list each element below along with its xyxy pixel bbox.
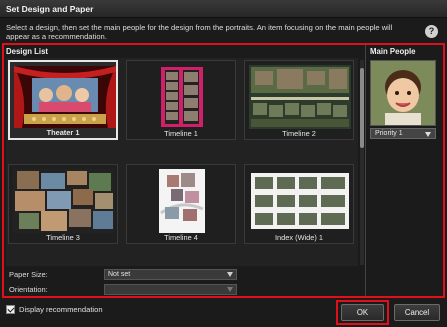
design-item-index-wide-1[interactable]: Index (Wide) 1 xyxy=(244,164,354,244)
design-item-label: Timeline 4 xyxy=(164,233,198,242)
window-title: Set Design and Paper xyxy=(6,4,94,14)
paper-size-label: Paper Size: xyxy=(9,270,48,279)
title-bar: Set Design and Paper xyxy=(0,0,447,18)
paper-size-select[interactable]: Not set xyxy=(104,269,237,280)
cancel-button[interactable]: Cancel xyxy=(394,304,440,321)
design-thumbnail xyxy=(131,169,233,233)
checkbox-checked-icon[interactable] xyxy=(6,305,15,314)
design-item-timeline-1[interactable]: Timeline 1 xyxy=(126,60,236,140)
design-thumbnail xyxy=(13,169,115,233)
main-people-heading: Main People xyxy=(370,47,416,56)
design-item-label: Index (Wide) 1 xyxy=(274,233,324,242)
design-item-timeline-4[interactable]: Timeline 4 xyxy=(126,164,236,244)
main-person-portrait[interactable] xyxy=(370,60,436,126)
design-list-scrollbar[interactable] xyxy=(360,60,364,265)
design-thumbnail xyxy=(14,66,116,128)
design-item-label: Timeline 1 xyxy=(164,129,198,138)
design-item-timeline-2[interactable]: Timeline 2 xyxy=(244,60,354,140)
design-item-label: Timeline 2 xyxy=(282,129,316,138)
scrollbar-thumb[interactable] xyxy=(360,68,364,148)
design-grid: Theater 1 Timeline 1 Timeline 2 Timeline… xyxy=(6,58,358,266)
design-item-theater-1[interactable]: Theater 1 xyxy=(8,60,118,140)
display-recommendation-checkbox[interactable]: Display recommendation xyxy=(6,304,126,316)
priority-select[interactable]: Priority 1 xyxy=(370,128,436,139)
chevron-down-icon xyxy=(425,132,431,137)
chevron-down-icon xyxy=(227,272,233,277)
chevron-down-icon xyxy=(227,287,233,292)
display-recommendation-label: Display recommendation xyxy=(19,305,103,314)
panel-divider xyxy=(365,45,366,296)
design-list-heading: Design List xyxy=(6,47,49,56)
paper-size-value: Not set xyxy=(108,271,131,278)
design-item-label: Timeline 3 xyxy=(46,233,80,242)
ok-button[interactable]: OK xyxy=(341,304,384,321)
design-thumbnail xyxy=(249,169,351,233)
instruction-text: Select a design, then set the main peopl… xyxy=(6,23,393,41)
orientation-select[interactable] xyxy=(104,284,237,295)
help-icon[interactable]: ? xyxy=(425,25,438,38)
priority-value: Priority 1 xyxy=(375,130,403,137)
design-item-timeline-3[interactable]: Timeline 3 xyxy=(8,164,118,244)
design-item-label: Theater 1 xyxy=(46,128,80,137)
design-thumbnail xyxy=(131,65,233,129)
orientation-label: Orientation: xyxy=(9,285,48,294)
design-thumbnail xyxy=(249,65,351,129)
